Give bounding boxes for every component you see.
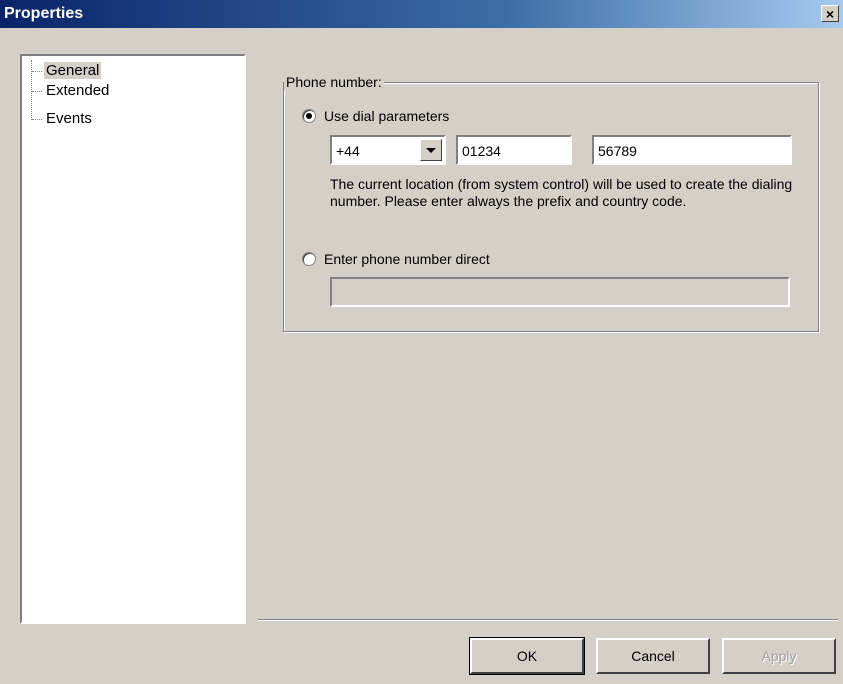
tree-item-label: Extended bbox=[46, 82, 110, 99]
phone-number-value: 56789 bbox=[598, 143, 637, 159]
close-button[interactable]: × bbox=[821, 5, 839, 22]
dial-info-text: The current location (from system contro… bbox=[330, 176, 793, 209]
country-code-value: +44 bbox=[336, 143, 360, 159]
close-icon: × bbox=[825, 6, 835, 22]
phone-number-input[interactable]: 56789 bbox=[592, 135, 792, 165]
cancel-button[interactable]: Cancel bbox=[596, 638, 710, 674]
button-separator bbox=[258, 619, 838, 621]
settings-tree: General Extended Events bbox=[20, 54, 246, 624]
use-dial-parameters-radio[interactable]: Use dial parameters bbox=[302, 108, 449, 124]
area-code-input[interactable]: 01234 bbox=[456, 135, 572, 165]
window-title: Properties bbox=[4, 5, 84, 22]
phone-number-group-label: Phone number: bbox=[284, 74, 384, 90]
radio-unchecked-icon bbox=[302, 252, 316, 266]
direct-phone-input[interactable] bbox=[330, 277, 790, 307]
country-code-select[interactable]: +44 bbox=[330, 135, 446, 165]
chevron-down-icon[interactable] bbox=[420, 139, 442, 161]
title-bar: Properties × bbox=[0, 0, 843, 28]
tree-item-events[interactable]: Events bbox=[32, 110, 94, 128]
tree-item-label: Events bbox=[46, 110, 92, 127]
tree-item-general[interactable]: General bbox=[32, 62, 102, 80]
tree-item-extended[interactable]: Extended bbox=[32, 82, 111, 100]
area-code-value: 01234 bbox=[462, 143, 501, 159]
tree-item-label: General bbox=[44, 62, 102, 79]
enter-direct-label: Enter phone number direct bbox=[324, 251, 490, 267]
apply-button[interactable]: Apply bbox=[722, 638, 836, 674]
radio-checked-icon bbox=[302, 109, 316, 123]
use-dial-parameters-label: Use dial parameters bbox=[324, 108, 450, 124]
enter-direct-radio[interactable]: Enter phone number direct bbox=[302, 251, 490, 267]
ok-button[interactable]: OK bbox=[469, 637, 585, 675]
